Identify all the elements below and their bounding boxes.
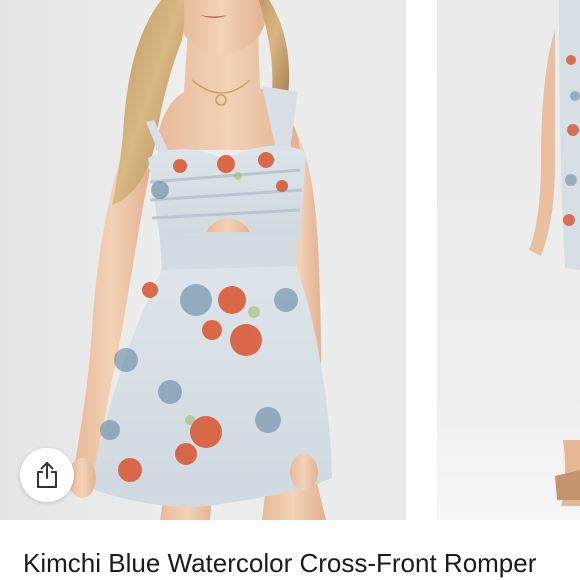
listing-title: Kimchi Blue Watercolor Cross-Front Rompe… — [23, 548, 537, 578]
share-button[interactable] — [20, 448, 74, 502]
product-photo-next[interactable] — [437, 0, 580, 520]
model-wearing-floral-romper-image — [68, 0, 332, 520]
share-icon — [37, 462, 57, 488]
product-photo-main[interactable] — [0, 0, 406, 520]
model-full-length-romper-side-image — [529, 0, 580, 506]
product-image-gallery[interactable] — [0, 0, 580, 520]
